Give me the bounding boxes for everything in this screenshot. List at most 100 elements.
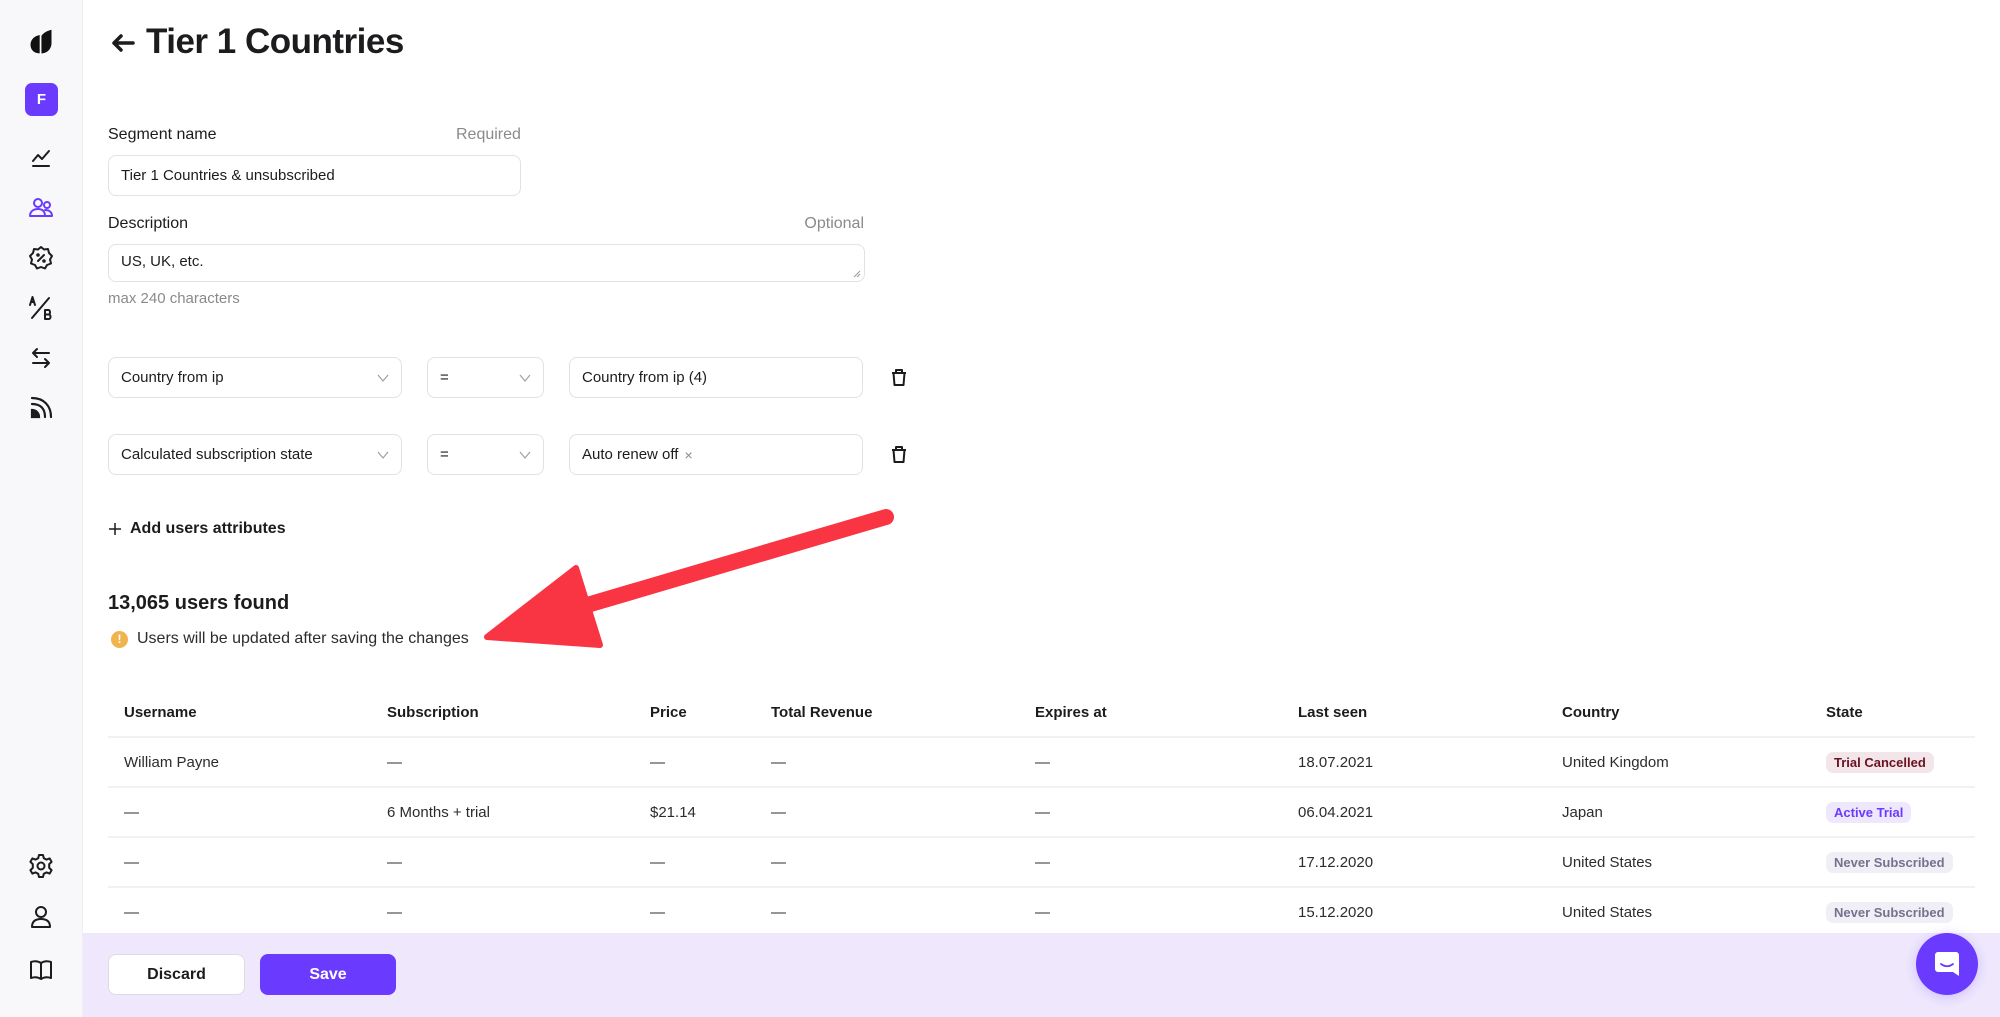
column-header[interactable]: State (1810, 704, 1975, 721)
table-cell: — (1035, 753, 1050, 771)
table-cell: — (771, 803, 786, 821)
chart-line-icon (32, 150, 50, 167)
column-header[interactable]: Expires at (1019, 704, 1282, 721)
status-badge: Never Subscribed (1826, 851, 1953, 873)
filter-2-attribute-select[interactable]: Calculated subscription state (108, 434, 402, 475)
table-row[interactable]: — — — — — 15.12.2020 United States Never Subscr… (108, 888, 1975, 938)
description-value: US, UK, etc. (121, 253, 204, 270)
save-button[interactable]: Save (260, 954, 396, 995)
transfer-arrows-icon (32, 348, 50, 368)
column-header[interactable]: Username (108, 704, 371, 721)
sidebar: F (0, 0, 83, 1017)
table-cell: — (650, 753, 665, 771)
table-cell: 15.12.2020 (1298, 903, 1374, 921)
table-row[interactable]: — — — — — 17.12.2020 United States Never Subscr… (108, 838, 1975, 888)
page-title: Tier 1 Countries (146, 22, 404, 61)
table-cell: — (1035, 803, 1050, 821)
sidebar-item-account[interactable] (21, 897, 61, 937)
chevron-down-icon (519, 451, 531, 459)
plus-icon (109, 523, 121, 535)
table-cell: — (124, 803, 139, 821)
segment-name-input[interactable]: Tier 1 Countries & unsubscribed (108, 155, 521, 196)
main-content: Tier 1 Countries Segment name Required T… (83, 0, 2000, 1017)
table-cell: Japan (1562, 803, 1603, 821)
table-header: Username Subscription Price Total Revenue Ex… (108, 688, 1975, 738)
workspace-avatar[interactable]: F (25, 83, 58, 116)
filter-2-operator-select[interactable]: = (427, 434, 544, 475)
rss-icon (30, 396, 53, 419)
column-header[interactable]: Country (1546, 704, 1810, 721)
add-users-attributes-label: Add users attributes (130, 520, 286, 537)
table-row[interactable]: — 6 Months + trial $21.14 — — 06.04.2021 Japan… (108, 788, 1975, 838)
filter-1-operator-value: = (440, 369, 449, 386)
table-cell: — (771, 753, 786, 771)
table-cell: — (771, 903, 786, 921)
action-footer: Discard Save (83, 933, 2000, 1017)
filter-2-value-input[interactable]: Auto renew off × (569, 434, 863, 475)
chevron-down-icon (519, 374, 531, 382)
warning-text: Users will be updated after saving the c… (137, 630, 469, 647)
table-cell: — (387, 853, 402, 871)
segment-name-label: Segment name (108, 126, 217, 143)
users-found-count: 13,065 users found (108, 592, 290, 614)
table-cell: United Kingdom (1562, 753, 1669, 771)
filter-2-value-tag: Auto renew off (582, 446, 679, 463)
column-header[interactable]: Price (634, 704, 755, 721)
status-badge: Active Trial (1826, 801, 1912, 823)
sidebar-item-settings[interactable] (21, 846, 61, 886)
table-cell: William Payne (124, 753, 220, 771)
table-cell: 6 Months + trial (387, 803, 490, 821)
sidebar-item-integrations[interactable] (21, 338, 61, 378)
filter-1-value: Country from ip (4) (582, 369, 708, 386)
sidebar-item-promotions[interactable] (21, 238, 61, 278)
table-cell: $21.14 (650, 803, 696, 821)
table-cell: Active Trial (1810, 801, 1975, 823)
book-icon (30, 960, 52, 980)
column-header[interactable]: Subscription (371, 704, 634, 721)
sidebar-item-docs[interactable] (21, 950, 61, 990)
filter-1-attribute-select[interactable]: Country from ip (108, 357, 402, 398)
table-cell: Trial Cancelled (1810, 751, 1975, 773)
chat-widget-button[interactable] (1916, 933, 1978, 995)
discount-badge-icon (29, 246, 53, 270)
chat-bubble-icon (1935, 952, 1959, 976)
users-icon (29, 198, 53, 217)
save-warning: ! Users will be updated after saving the… (111, 630, 469, 648)
segment-name-required-hint: Required (456, 126, 521, 143)
filter-1-operator-select[interactable]: = (427, 357, 544, 398)
discard-button[interactable]: Discard (108, 954, 245, 995)
description-helper-text: max 240 characters (108, 290, 240, 307)
add-users-attributes-button[interactable]: Add users attributes (108, 520, 286, 538)
table-cell: Never Subscribed (1810, 901, 1975, 923)
remove-tag-icon[interactable]: × (684, 447, 692, 463)
table-cell: — (771, 853, 786, 871)
description-optional-hint: Optional (804, 215, 864, 232)
table-cell: — (387, 903, 402, 921)
sidebar-item-segments[interactable] (21, 188, 61, 228)
brand-logo[interactable] (21, 22, 61, 62)
arrow-left-icon[interactable] (108, 27, 138, 57)
filter-1-attribute-value: Country from ip (121, 369, 224, 386)
table-cell: — (650, 853, 665, 871)
filter-1-value-input[interactable]: Country from ip (4) (569, 357, 863, 398)
delete-filter-1-icon[interactable] (888, 366, 910, 388)
table-row[interactable]: William Payne — — — — 18.07.2021 United Kingdo… (108, 738, 1975, 788)
sidebar-item-feed[interactable] (21, 388, 61, 428)
filter-2-attribute-value: Calculated subscription state (121, 446, 313, 463)
resize-grip-icon[interactable] (853, 270, 861, 278)
sidebar-item-analytics[interactable] (21, 138, 61, 178)
delete-filter-2-icon[interactable] (888, 443, 910, 465)
table-cell: — (387, 753, 402, 771)
column-header[interactable]: Total Revenue (755, 704, 1019, 721)
chevron-down-icon (377, 374, 389, 382)
table-cell: — (124, 903, 139, 921)
filter-2-operator-value: = (440, 446, 449, 463)
page-header: Tier 1 Countries (108, 22, 404, 62)
column-header[interactable]: Last seen (1282, 704, 1546, 721)
description-textarea[interactable]: US, UK, etc. (108, 244, 865, 282)
table-cell: 17.12.2020 (1298, 853, 1374, 871)
table-cell: — (1035, 903, 1050, 921)
ab-test-icon (29, 296, 52, 320)
table-cell: Never Subscribed (1810, 851, 1975, 873)
sidebar-item-ab-tests[interactable] (21, 288, 61, 328)
